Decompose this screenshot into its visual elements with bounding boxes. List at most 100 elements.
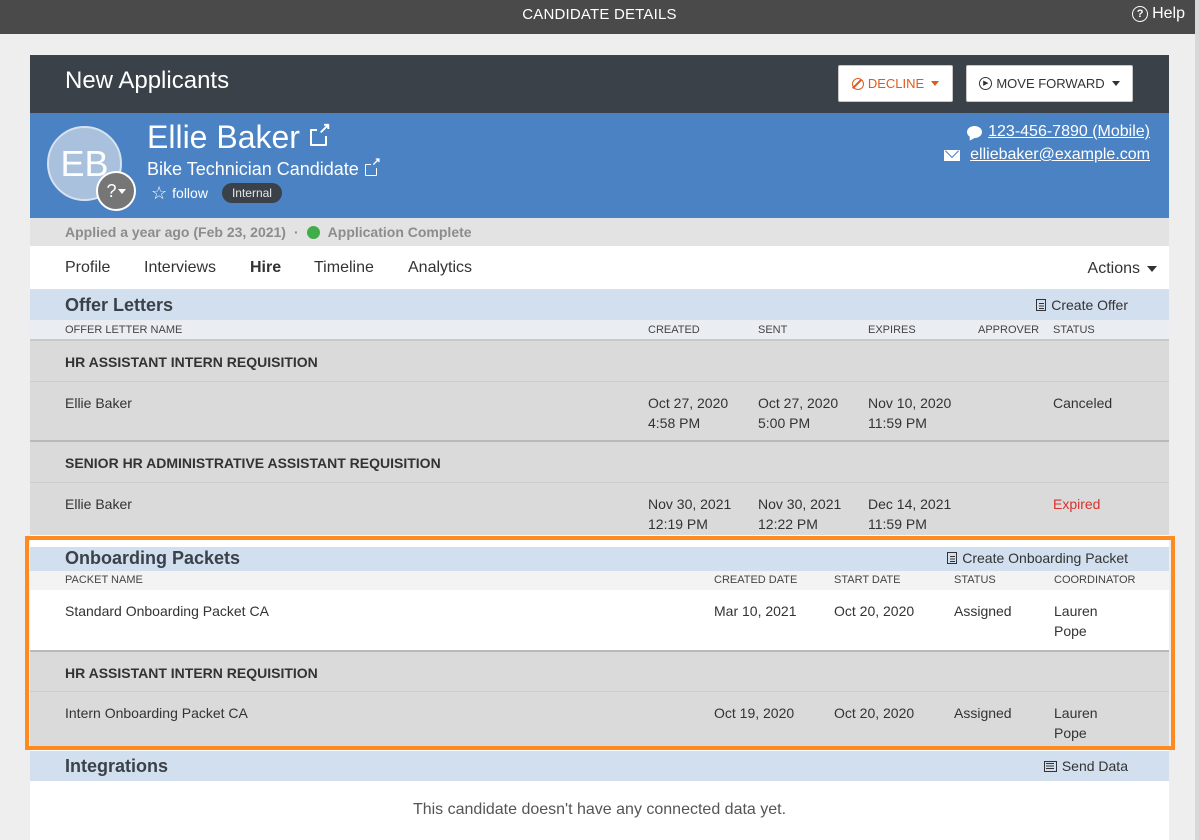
requisition-row: HR ASSISTANT INTERN REQUISITION: [30, 652, 1169, 692]
status-text: Assigned: [954, 603, 1012, 619]
packet-created: Mar 10, 2021: [714, 603, 797, 619]
offer-expires: Nov 10, 2020 11:59 PM: [868, 395, 952, 431]
column-header: CREATED: [648, 324, 700, 336]
tab-hire[interactable]: Hire: [250, 259, 281, 277]
column-header: APPROVER: [978, 324, 1040, 336]
offer-letters-columns: OFFER LETTER NAME CREATED SENT EXPIRES A…: [30, 320, 1169, 341]
tab-profile[interactable]: Profile: [65, 259, 110, 277]
applied-date: Applied a year ago (Feb 23, 2021): [65, 224, 286, 240]
onboarding-header: Onboarding Packets Create Onboarding Pac…: [30, 547, 1169, 571]
send-data-button[interactable]: Send Data: [1043, 758, 1128, 774]
column-header: STATUS: [954, 574, 996, 586]
integrations-header: Integrations Send Data: [30, 751, 1169, 781]
document-icon: [947, 552, 958, 564]
complete-dot-icon: [306, 225, 320, 239]
decline-button[interactable]: DECLINE: [838, 65, 953, 102]
integrations-title: Integrations: [65, 756, 169, 776]
packet-name: Standard Onboarding Packet CA: [65, 603, 269, 619]
phone-link[interactable]: 123-456-7890 (Mobile): [988, 123, 1150, 141]
requisition-title: SENIOR HR ADMINISTRATIVE ASSISTANT REQUI…: [65, 455, 441, 471]
actions-label: Actions: [1087, 260, 1140, 277]
integrations-body: This candidate doesn't have any connecte…: [30, 781, 1169, 840]
column-header: EXPIRES: [868, 324, 916, 336]
list-icon: [1043, 760, 1057, 772]
scrollbar-track[interactable]: [1195, 0, 1199, 840]
chevron-down-icon: [931, 81, 940, 86]
actions-dropdown[interactable]: Actions: [1088, 260, 1157, 278]
help-label: Help: [1152, 5, 1185, 22]
table-row[interactable]: Intern Onboarding Packet CA Oct 19, 2020…: [30, 692, 1169, 746]
offer-letters-title: Offer Letters: [65, 295, 174, 315]
chat-icon: [967, 126, 983, 138]
create-offer-button[interactable]: Create Offer: [1036, 297, 1128, 313]
table-row[interactable]: Ellie Baker Oct 27, 2020 4:58 PM Oct 27, …: [30, 382, 1169, 440]
packet-coordinator: Lauren Pope: [1054, 603, 1098, 639]
star-icon: ☆: [151, 183, 168, 203]
external-link-icon: [364, 156, 382, 176]
top-bar: CANDIDATE DETAILS ? Help: [0, 0, 1199, 34]
application-status: Application Complete: [327, 224, 472, 240]
decline-label: DECLINE: [867, 76, 925, 91]
email-link[interactable]: elliebaker@example.com: [970, 146, 1150, 164]
candidate-role-text: Bike Technician Candidate: [147, 159, 359, 179]
offer-sent: Oct 27, 2020 5:00 PM: [758, 395, 839, 431]
candidate-role-link[interactable]: Bike Technician Candidate: [147, 156, 382, 180]
requisition-row: HR ASSISTANT INTERN REQUISITION: [30, 341, 1169, 382]
offer-created: Nov 30, 2021 12:19 PM: [648, 496, 732, 532]
avatar-status-dropdown[interactable]: ?: [96, 171, 136, 211]
column-header: PACKET NAME: [65, 574, 143, 586]
tab-interviews[interactable]: Interviews: [144, 259, 216, 277]
follow-label: follow: [172, 185, 208, 201]
application-status-bar: Applied a year ago (Feb 23, 2021) · Appl…: [30, 218, 1169, 246]
help-icon: ?: [1132, 6, 1149, 22]
tab-bar: Profile Interviews Hire Timeline Analyti…: [30, 246, 1169, 290]
offer-created: Oct 27, 2020 4:58 PM: [648, 395, 729, 431]
column-header: CREATED DATE: [714, 574, 798, 586]
help-link[interactable]: ? Help: [1132, 5, 1185, 23]
status-separator: ·: [293, 224, 299, 240]
page-title: CANDIDATE DETAILS: [522, 6, 677, 23]
column-header: COORDINATOR: [1054, 574, 1136, 586]
stage-title: New Applicants: [65, 67, 230, 94]
column-header: SENT: [758, 324, 788, 336]
packet-name: Intern Onboarding Packet CA: [65, 705, 248, 721]
column-header: STATUS: [1053, 324, 1095, 336]
move-forward-button[interactable]: ▶ MOVE FORWARD: [966, 65, 1133, 102]
create-onboarding-packet-button[interactable]: Create Onboarding Packet: [947, 550, 1128, 566]
requisition-title: HR ASSISTANT INTERN REQUISITION: [65, 665, 318, 681]
onboarding-columns: PACKET NAME CREATED DATE START DATE STAT…: [30, 571, 1169, 590]
table-row[interactable]: Ellie Baker Nov 30, 2021 12:19 PM Nov 30,…: [30, 483, 1169, 535]
envelope-icon: [944, 149, 961, 161]
send-data-label: Send Data: [1061, 758, 1128, 774]
ban-icon: [851, 77, 864, 90]
packet-created: Oct 19, 2020: [714, 705, 795, 721]
create-offer-label: Create Offer: [1051, 297, 1128, 313]
table-row[interactable]: Standard Onboarding Packet CA Mar 10, 20…: [30, 590, 1169, 650]
tab-analytics[interactable]: Analytics: [408, 259, 472, 277]
follow-button[interactable]: ☆ follow: [151, 184, 208, 202]
status-text: Expired: [1053, 496, 1101, 512]
packet-start: Oct 20, 2020: [834, 705, 915, 721]
offer-letters-header: Offer Letters Create Offer: [30, 290, 1169, 320]
status-text: Assigned: [954, 705, 1012, 721]
requisition-title: HR ASSISTANT INTERN REQUISITION: [65, 354, 318, 370]
tab-timeline[interactable]: Timeline: [314, 259, 374, 277]
chevron-down-icon: [117, 188, 126, 194]
offer-sent: Nov 30, 2021 12:22 PM: [758, 496, 842, 532]
chevron-down-icon: [1147, 266, 1157, 272]
offer-name: Ellie Baker: [65, 395, 132, 411]
requisition-row: SENIOR HR ADMINISTRATIVE ASSISTANT REQUI…: [30, 442, 1169, 483]
candidate-header: EB ? Ellie Baker Bike Technician Candida…: [30, 113, 1169, 218]
chevron-down-icon: [1111, 81, 1120, 86]
column-header: START DATE: [834, 574, 901, 586]
external-link-icon[interactable]: [309, 121, 332, 146]
internal-badge: Internal: [221, 183, 282, 203]
candidate-name: Ellie Baker: [147, 119, 332, 156]
offer-name: Ellie Baker: [65, 496, 132, 512]
create-onboarding-label: Create Onboarding Packet: [962, 550, 1128, 566]
question-icon: ?: [106, 180, 117, 201]
onboarding-title: Onboarding Packets: [65, 548, 241, 568]
empty-message: This candidate doesn't have any connecte…: [412, 801, 787, 818]
candidate-panel: New Applicants DECLINE ▶ MOVE FORWARD EB…: [30, 55, 1169, 840]
stage-header: New Applicants DECLINE ▶ MOVE FORWARD: [30, 55, 1169, 113]
